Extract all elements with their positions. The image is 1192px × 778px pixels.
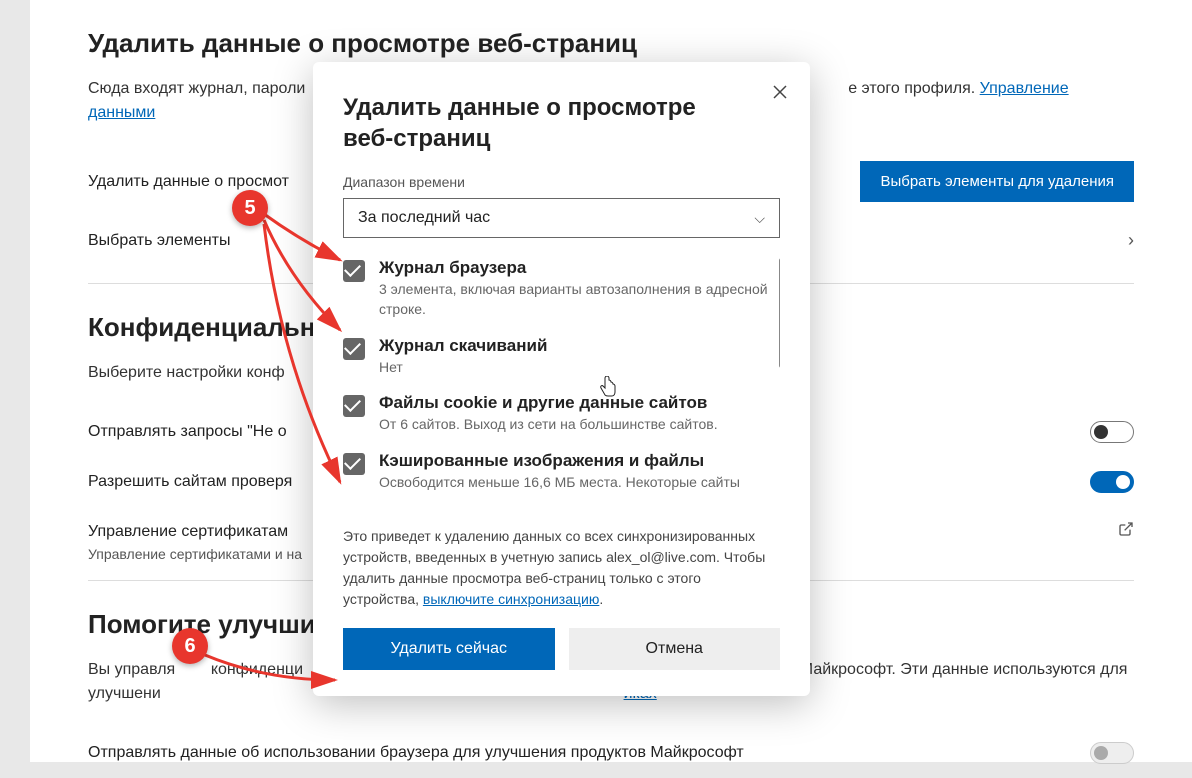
time-range-value: За последний час bbox=[358, 209, 490, 227]
turn-off-sync-link[interactable]: выключите синхронизацию bbox=[423, 591, 599, 607]
scrollbar-thumb[interactable] bbox=[779, 258, 780, 368]
checkbox-cookies[interactable] bbox=[343, 395, 365, 417]
annotation-badge-6: 6 bbox=[172, 628, 208, 664]
time-range-label: Диапазон времени bbox=[343, 174, 780, 190]
pointer-cursor-icon bbox=[598, 376, 618, 403]
clear-data-dialog: Удалить данные о просмотре веб-страниц Д… bbox=[313, 62, 810, 696]
choose-what-to-clear-button[interactable]: Выбрать элементы для удаления bbox=[860, 161, 1134, 202]
close-icon bbox=[773, 85, 787, 99]
checkbox-browsing-history[interactable] bbox=[343, 260, 365, 282]
annotation-badge-5: 5 bbox=[232, 190, 268, 226]
sync-warning: Это приведет к удалению данных со всех с… bbox=[343, 526, 780, 610]
time-range-select[interactable]: За последний час ⌵ bbox=[343, 198, 780, 238]
dialog-title: Удалить данные о просмотре веб-страниц bbox=[343, 92, 723, 154]
row-diagnostic: Отправлять данные об использовании брауз… bbox=[88, 728, 1134, 778]
close-button[interactable] bbox=[768, 80, 792, 104]
cancel-button[interactable]: Отмена bbox=[569, 628, 781, 670]
allow-sites-toggle[interactable] bbox=[1090, 471, 1134, 493]
chevron-down-icon: ⌵ bbox=[754, 210, 765, 227]
option-download-history: Журнал скачиваний Нет bbox=[343, 336, 780, 378]
option-cookies: Файлы cookie и другие данные сайтов От 6… bbox=[343, 393, 780, 435]
checkbox-download-history[interactable] bbox=[343, 338, 365, 360]
dialog-buttons: Удалить сейчас Отмена bbox=[343, 628, 780, 670]
external-link-icon bbox=[1118, 521, 1134, 542]
section-clear-title: Удалить данные о просмотре веб-страниц bbox=[88, 28, 1134, 59]
clear-options-list: Журнал браузера 3 элемента, включая вари… bbox=[343, 258, 780, 508]
clear-now-button[interactable]: Удалить сейчас bbox=[343, 628, 555, 670]
diagnostic-toggle bbox=[1090, 742, 1134, 764]
chevron-right-icon: › bbox=[1128, 230, 1134, 251]
dnt-toggle[interactable] bbox=[1090, 421, 1134, 443]
option-cached: Кэшированные изображения и файлы Освобод… bbox=[343, 451, 780, 493]
checkbox-cached[interactable] bbox=[343, 453, 365, 475]
option-browsing-history: Журнал браузера 3 элемента, включая вари… bbox=[343, 258, 780, 319]
